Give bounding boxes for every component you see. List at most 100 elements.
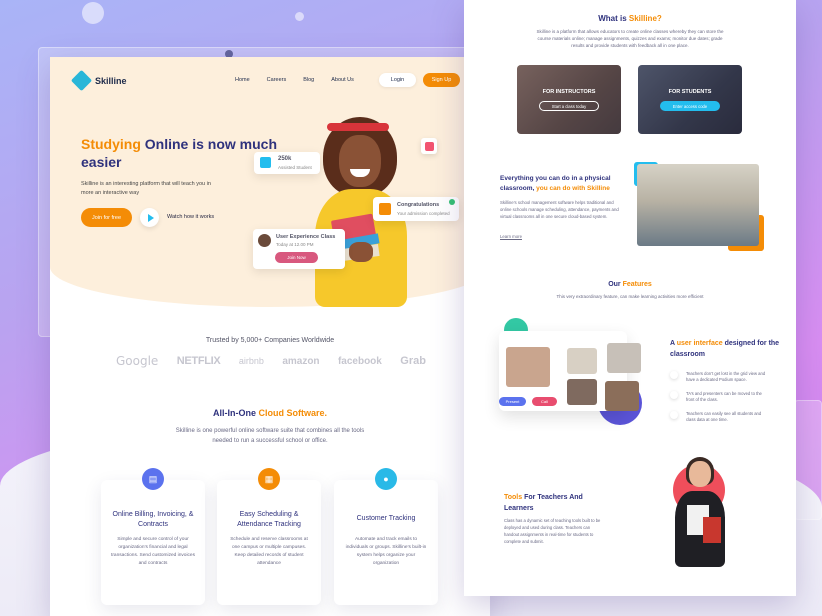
feature-title: Customer Tracking	[356, 515, 416, 522]
trusted-text: Trusted by 5,000+ Companies Worldwide	[205, 337, 335, 344]
feature-desc: Automate and track emails to individuals…	[345, 537, 427, 566]
ui-feature-text: Teachers can easily see all students and…	[686, 411, 762, 422]
grid-icon	[670, 371, 678, 379]
what-title: What is Skilline?	[464, 14, 796, 23]
calendar-icon: ▦	[258, 468, 280, 490]
congrats-title: Congratulations	[397, 202, 440, 208]
classroom-photo	[634, 162, 764, 251]
grab-logo: Grab	[400, 355, 426, 367]
feature-desc: Simple and secure control of your organi…	[111, 537, 195, 566]
nav-careers[interactable]: Careers	[267, 77, 287, 83]
logo-mark-icon	[70, 69, 93, 92]
document-icon: ▤	[142, 468, 164, 490]
users-icon	[670, 411, 678, 419]
bg-bubble	[295, 12, 304, 21]
check-icon	[449, 199, 455, 205]
hand-icon	[670, 391, 678, 399]
amazon-logo: amazon	[282, 355, 320, 367]
learn-more-link[interactable]: Learn more	[500, 234, 522, 239]
ui-title-accent: user interface	[676, 340, 723, 347]
access-code-button[interactable]: Enter access code	[660, 101, 720, 111]
ui-title-a: A	[670, 340, 677, 347]
features-desc: This very extraordinary feature, can mak…	[556, 294, 704, 299]
aio-title: All-In-One Cloud Software.	[50, 408, 490, 418]
congrats-card: Congratulations Your admission completed	[373, 197, 459, 221]
feature-card-billing[interactable]: ▤ Online Billing, Invoicing, & Contracts…	[101, 468, 205, 605]
watch-link[interactable]: Watch how it works	[167, 214, 214, 220]
class-time: Today at 12.00 PM	[276, 242, 314, 247]
feature-card-scheduling[interactable]: ▦ Easy Scheduling & Attendance Tracking …	[217, 468, 321, 605]
top-nav: Skilline Home Careers Blog About Us Logi…	[50, 57, 490, 107]
video-call-mockup: Present Call	[499, 331, 641, 411]
google-logo: Google	[116, 354, 159, 368]
present-button[interactable]: Present	[499, 397, 526, 406]
join-now-button[interactable]: Join Now	[275, 252, 318, 263]
video-tile	[605, 381, 639, 411]
play-icon	[147, 213, 154, 222]
landing-page-left: Skilline Home Careers Blog About Us Logi…	[50, 57, 490, 616]
tools-title: Tools For Teachers And Learners	[504, 492, 614, 514]
hero-title: Studying Online is now much easier	[81, 135, 281, 171]
students-card[interactable]: FOR STUDENTS Enter access code	[638, 65, 742, 134]
users-icon: ●	[375, 468, 397, 490]
hero-title-accent: Studying	[81, 136, 141, 152]
mail-icon	[379, 203, 391, 215]
aio-title-accent: Cloud Software.	[258, 408, 327, 418]
nav-links: Home Careers Blog About Us	[235, 77, 354, 83]
what-title-prefix: What is	[598, 14, 629, 23]
company-logos: Google NETFLIX airbnb amazon facebook Gr…	[116, 354, 426, 368]
features-title: Our Features	[464, 281, 796, 288]
instructors-card[interactable]: FOR INSTRUCTORS Start a class today	[517, 65, 621, 134]
what-desc: Skilline is a platform that allows educa…	[536, 29, 724, 48]
video-tile	[506, 347, 550, 387]
start-class-button[interactable]: Start a class today	[539, 101, 599, 111]
class-title: User Experience Class	[276, 234, 336, 240]
ui-feature-text: TA’s and presenters can be moved to the …	[686, 391, 762, 402]
classroom-title-accent: you can do with Skilline	[536, 185, 610, 192]
class-card: User Experience Class Today at 12.00 PM …	[253, 229, 345, 269]
logo[interactable]: Skilline	[70, 69, 127, 92]
aio-title-prefix: All-In-One	[212, 408, 259, 418]
tools-desc: Class has a dynamic set of teaching tool…	[504, 518, 601, 544]
students-stat-card: 250k Assisted Student	[254, 152, 320, 174]
tools-title-accent: Tools	[504, 494, 523, 501]
students-title: FOR STUDENTS	[668, 89, 712, 95]
nav-about[interactable]: About Us	[331, 77, 354, 83]
classroom-title: Everything you can do in a physical clas…	[500, 174, 620, 194]
ui-title: A user interface designed for the classr…	[670, 338, 780, 360]
aio-desc: Skilline is one powerful online software…	[175, 428, 365, 444]
video-tile	[567, 348, 597, 374]
signup-button[interactable]: Sign Up	[423, 73, 460, 87]
hero-subtitle: Skilline is an interesting platform that…	[81, 181, 211, 196]
teacher-illustration	[661, 457, 741, 567]
calendar-icon	[260, 157, 271, 168]
video-tile	[607, 343, 641, 373]
call-button[interactable]: Call	[532, 397, 557, 406]
airbnb-logo: airbnb	[238, 356, 264, 366]
features-title-accent: Features	[622, 281, 652, 288]
feature-card-tracking[interactable]: ● Customer Tracking Automate and track e…	[334, 468, 438, 605]
classroom-desc: Skilline’s school management software he…	[500, 200, 619, 219]
feature-desc: Schedule and reserve classrooms at one c…	[230, 537, 308, 566]
landing-page-right: What is Skilline? Skilline is a platform…	[464, 0, 796, 596]
feature-title: Easy Scheduling & Attendance Tracking	[237, 511, 301, 528]
video-tile	[567, 379, 597, 405]
logo-text: Skilline	[95, 75, 127, 86]
avatar	[258, 234, 271, 247]
instructors-title: FOR INSTRUCTORS	[542, 89, 596, 95]
facebook-logo: facebook	[337, 355, 382, 367]
congrats-sub: Your admission completed	[397, 211, 450, 216]
nav-home[interactable]: Home	[235, 77, 250, 83]
play-button[interactable]	[140, 208, 159, 227]
netflix-logo: NETFLIX	[176, 355, 221, 367]
chart-icon	[421, 138, 437, 154]
bg-bubble	[82, 2, 104, 24]
join-free-button[interactable]: Join for free	[81, 208, 132, 227]
what-title-accent: Skilline?	[628, 14, 662, 23]
bg-glass-panel	[794, 400, 822, 520]
students-count: 250k	[278, 156, 292, 162]
feature-title: Online Billing, Invoicing, & Contracts	[112, 511, 194, 528]
features-title-prefix: Our	[608, 281, 623, 288]
login-button[interactable]: Login	[379, 73, 416, 87]
nav-blog[interactable]: Blog	[303, 77, 314, 83]
